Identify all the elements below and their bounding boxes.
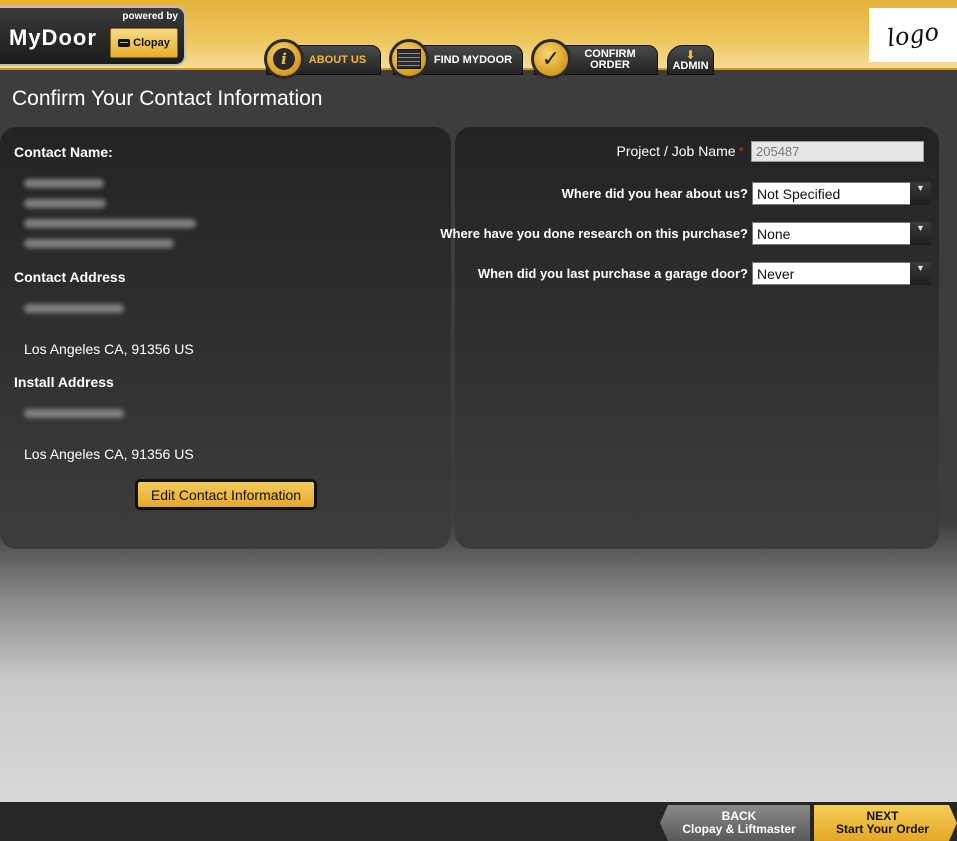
edit-contact-button[interactable]: Edit Contact Information	[135, 479, 317, 510]
info-glyph: i	[273, 48, 295, 70]
install-address-heading: Install Address	[14, 374, 114, 390]
info-icon[interactable]: i	[264, 39, 304, 79]
redacted-contact-line	[24, 219, 196, 228]
tab-confirm-line2: ORDER	[590, 59, 630, 71]
dealer-logo-text: logo	[885, 17, 941, 53]
tab-confirm-order-label: CONFIRM ORDER	[584, 49, 635, 71]
last-purchase-value: Never	[757, 266, 795, 282]
powered-by-label: powered by	[122, 11, 178, 22]
redacted-contact-line	[24, 199, 106, 208]
project-details-panel: Project / Job Name* Where did you hear a…	[440, 127, 939, 549]
next-button-line2: Start Your Order	[836, 822, 929, 836]
project-name-label: Project / Job Name *	[616, 143, 744, 159]
dropdown-arrow-icon[interactable]: ▼	[910, 182, 931, 205]
garage-door-icon[interactable]	[389, 39, 429, 79]
partner-name: Clopay	[133, 37, 170, 49]
partner-badge: Clopay	[110, 28, 178, 58]
required-marker: *	[738, 143, 744, 159]
contact-address-heading: Contact Address	[14, 269, 126, 285]
back-button[interactable]: BACK Clopay & Liftmaster	[660, 805, 810, 841]
footer-bar	[0, 802, 957, 841]
tab-admin[interactable]: ⬇ ADMIN	[667, 45, 714, 75]
brand-name: MyDoor	[9, 25, 97, 50]
research-value: None	[757, 226, 791, 242]
project-name-label-text: Project / Job Name	[616, 143, 736, 159]
redacted-address-line	[24, 409, 124, 418]
project-name-input[interactable]	[751, 141, 924, 162]
tab-admin-label: ADMIN	[672, 60, 709, 72]
back-button-line2: Clopay & Liftmaster	[682, 822, 796, 836]
hear-about-select[interactable]: Not Specified ▼	[752, 182, 931, 205]
tab-about-us-label: ABOUT US	[308, 53, 367, 66]
research-label: Where have you done research on this pur…	[440, 226, 748, 241]
last-purchase-label: When did you last purchase a garage door…	[477, 266, 748, 281]
download-arrow-icon: ⬇	[685, 48, 696, 62]
dropdown-arrow-icon[interactable]: ▼	[910, 222, 931, 245]
redacted-contact-line	[24, 179, 104, 188]
contact-name-heading: Contact Name:	[14, 144, 113, 160]
hear-about-value: Not Specified	[757, 186, 841, 202]
contact-info-panel: Contact Name: Contact Address Los Angele…	[0, 127, 451, 549]
contact-address-city: Los Angeles CA, 91356 US	[24, 341, 194, 357]
hear-about-label: Where did you hear about us?	[561, 186, 748, 201]
tab-find-mydoor-label: FIND MYDOOR	[433, 53, 513, 66]
install-address-city: Los Angeles CA, 91356 US	[24, 446, 194, 462]
research-select[interactable]: None ▼	[752, 222, 931, 245]
page-title: Confirm Your Contact Information	[12, 87, 323, 110]
dealer-logo: logo	[869, 8, 957, 62]
next-button[interactable]: NEXT Start Your Order	[814, 805, 957, 841]
garage-door-glyph	[397, 49, 421, 69]
clopay-mark-icon	[118, 39, 131, 47]
checkmark-glyph: ✓	[541, 46, 561, 71]
last-purchase-select[interactable]: Never ▼	[752, 262, 931, 285]
checkmark-icon[interactable]: ✓	[531, 39, 571, 79]
dropdown-arrow-icon[interactable]: ▼	[910, 262, 931, 285]
redacted-address-line	[24, 304, 124, 313]
brand-logo[interactable]: powered by MyDoor Clopay	[0, 6, 186, 66]
redacted-contact-line	[24, 239, 174, 248]
